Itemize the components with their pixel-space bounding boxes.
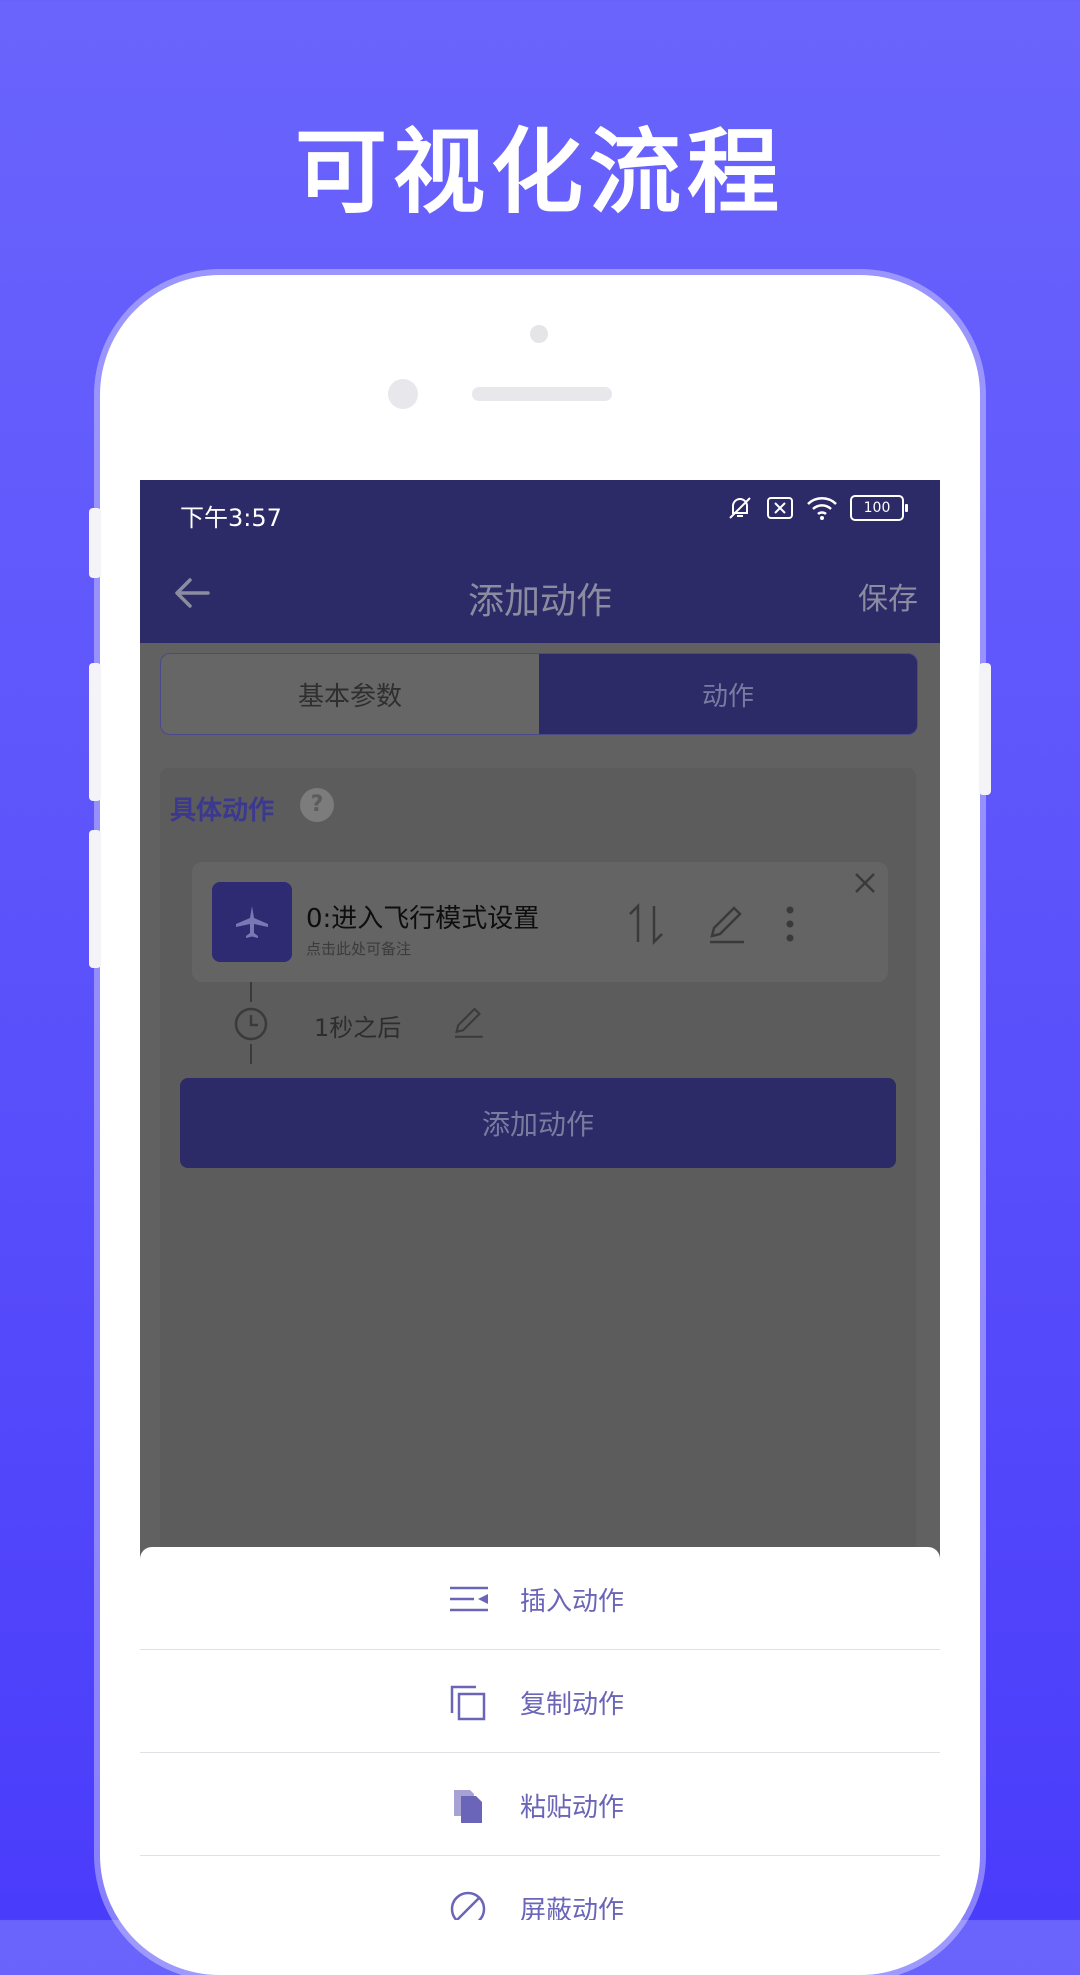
page-title: 添加动作 <box>467 581 612 622</box>
menu-item-block[interactable]: 屏蔽动作 <box>140 1856 940 1920</box>
menu-item-label: 复制动作 <box>520 1690 625 1720</box>
front-camera <box>388 379 418 409</box>
copy-icon <box>450 1685 486 1721</box>
app-screen: 下午3:57 100 添加动作 保存 基本参数 动作 具体动作 ? 0:进入飞行… <box>140 480 940 1920</box>
phone-side-button <box>89 508 101 578</box>
add-action-button[interactable]: 添加动作 <box>180 1078 896 1168</box>
action-name: 0:进入飞行模式设置 <box>306 904 540 934</box>
more-vertical-icon[interactable] <box>780 902 800 946</box>
action-card[interactable]: 0:进入飞行模式设置 点击此处可备注 <box>192 862 888 982</box>
proximity-sensor <box>530 325 548 343</box>
status-time: 下午3:57 <box>180 504 282 532</box>
timer-icon <box>234 1007 268 1041</box>
paste-icon <box>454 1790 482 1823</box>
airplane-icon <box>212 882 292 962</box>
earpiece-speaker <box>472 387 612 401</box>
no-sim-icon <box>767 497 793 519</box>
battery-icon: 100 <box>850 495 908 521</box>
edit-pencil-icon[interactable] <box>450 1004 486 1040</box>
edit-pencil-icon[interactable] <box>704 902 748 946</box>
save-button[interactable]: 保存 <box>858 574 918 618</box>
wifi-icon <box>807 497 837 520</box>
battery-level: 100 <box>863 500 891 516</box>
menu-item-copy[interactable]: 复制动作 <box>140 1650 940 1753</box>
timeline-connector <box>250 982 252 1002</box>
status-icons: 100 <box>726 494 908 522</box>
tab-basic-params[interactable]: 基本参数 <box>161 654 539 734</box>
action-note[interactable]: 点击此处可备注 <box>306 938 411 959</box>
menu-item-paste[interactable]: 粘贴动作 <box>140 1753 940 1856</box>
close-icon[interactable] <box>850 868 880 898</box>
panel-title: 具体动作 <box>170 796 275 826</box>
menu-item-label: 粘贴动作 <box>520 1793 625 1823</box>
phone-volume-down <box>89 830 101 968</box>
block-icon <box>450 1891 486 1920</box>
promo-headline: 可视化流程 <box>294 119 785 226</box>
delay-label: 1秒之后 <box>314 1014 402 1042</box>
menu-item-label: 插入动作 <box>520 1587 625 1617</box>
status-bar: 下午3:57 100 <box>140 480 940 545</box>
sort-icon[interactable] <box>626 902 666 946</box>
bottom-sheet-menu: 插入动作 复制动作 粘贴动作 屏蔽动作 <box>140 1547 940 1920</box>
tab-bar: 基本参数 动作 <box>160 653 918 735</box>
insert-icon <box>450 1586 488 1612</box>
timeline-connector <box>250 1044 252 1064</box>
phone-volume-up <box>89 663 101 801</box>
battery-tip <box>905 504 908 512</box>
phone-power-button <box>979 663 991 795</box>
mute-bell-icon <box>729 497 751 519</box>
menu-item-label: 屏蔽动作 <box>520 1896 625 1920</box>
menu-item-insert[interactable]: 插入动作 <box>140 1547 940 1650</box>
help-icon[interactable]: ? <box>300 788 334 822</box>
app-bar: 添加动作 保存 <box>140 545 940 643</box>
tab-actions[interactable]: 动作 <box>539 654 917 734</box>
